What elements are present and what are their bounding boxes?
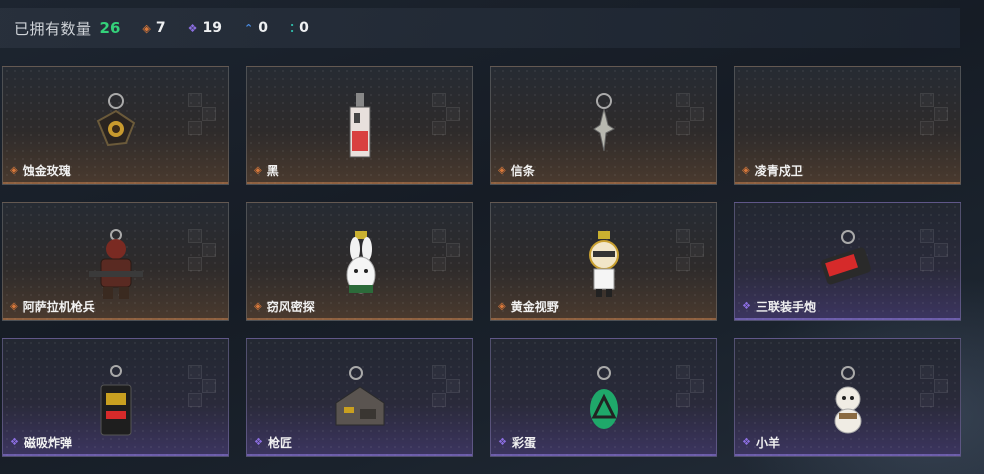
card-label: ◈ 阿萨拉机枪兵	[10, 298, 95, 315]
item-name: 小羊	[755, 436, 780, 450]
orange-diamond-icon: ◈	[142, 21, 151, 35]
item-name: 枪匠	[267, 436, 292, 450]
rabbit-spy-charm-icon	[346, 231, 375, 294]
stat-teal-value: 0	[299, 20, 309, 36]
owned-count-header: 已拥有数量 26 ◈ 7 ❖ 19 ⌃ 0 ⁚ 0	[0, 8, 960, 48]
card-decoration	[432, 93, 462, 135]
card-decoration	[188, 365, 218, 407]
triple-cannon-charm-icon	[820, 230, 871, 285]
item-grid: ◈ 蚀金玫瑰 ◈ 黑 ◈ 信条 ◈ 凌青戍卫 ◈ 阿萨拉机枪兵 ◈ 窃风密探 ◈…	[2, 66, 961, 457]
stat-blue-value: 0	[258, 20, 268, 36]
item-name: 凌青戍卫	[754, 164, 803, 178]
blue-chevron-icon: ⌃	[243, 21, 254, 35]
magnetic-bomb-charm-icon	[100, 365, 131, 436]
stat-blue: ⌃ 0	[244, 20, 268, 36]
item-card[interactable]: ❖ 彩蛋	[490, 338, 717, 457]
lamb-charm-icon	[834, 366, 861, 434]
item-name: 黑	[266, 164, 279, 178]
card-label: ❖ 小羊	[742, 434, 780, 451]
card-label: ◈ 蚀金玫瑰	[10, 162, 71, 179]
item-name: 三联装手炮	[755, 300, 816, 314]
item-card[interactable]: ◈ 窃风密探	[246, 202, 473, 321]
card-label: ❖ 彩蛋	[498, 434, 536, 451]
black-charm-icon	[349, 93, 370, 158]
stat-orange: ◈ 7	[142, 20, 165, 36]
stat-teal: ⁚ 0	[290, 20, 309, 36]
item-card[interactable]: ◈ 黑	[246, 66, 473, 185]
item-card[interactable]: ❖ 小羊	[734, 338, 961, 457]
card-label: ❖ 磁吸炸弹	[10, 434, 72, 451]
golden-vision-charm-icon	[588, 231, 619, 297]
item-card[interactable]: ❖ 枪匠	[246, 338, 473, 457]
card-decoration	[676, 93, 706, 135]
item-name: 磁吸炸弹	[23, 436, 72, 450]
card-label: ❖ 枪匠	[254, 434, 292, 451]
purple-diamond-icon: ❖	[10, 437, 19, 448]
card-label: ◈ 信条	[498, 162, 535, 179]
orange-diamond-icon: ◈	[10, 165, 18, 176]
card-decoration	[676, 229, 706, 271]
item-name: 窃风密探	[266, 300, 315, 314]
item-name: 阿萨拉机枪兵	[22, 300, 95, 314]
item-card[interactable]: ◈ 阿萨拉机枪兵	[2, 202, 229, 321]
item-name: 蚀金玫瑰	[22, 164, 71, 178]
gunner-charm-icon	[88, 229, 143, 299]
card-decoration	[676, 365, 706, 407]
card-label: ❖ 三联装手炮	[742, 298, 816, 315]
item-name: 彩蛋	[511, 436, 536, 450]
owned-count-total: 26	[99, 19, 121, 37]
card-decoration	[188, 93, 218, 135]
purple-diamond-icon: ❖	[187, 21, 198, 35]
item-card[interactable]: ◈ 黄金视野	[490, 202, 717, 321]
easter-egg-charm-icon	[589, 366, 618, 429]
card-decoration	[432, 229, 462, 271]
purple-diamond-icon: ❖	[742, 301, 751, 312]
orange-diamond-icon: ◈	[10, 301, 18, 312]
item-card[interactable]: ◈ 凌青戍卫	[734, 66, 961, 185]
stat-purple: ❖ 19	[188, 20, 222, 36]
rose-charm-icon	[96, 93, 135, 147]
card-label: ◈ 黄金视野	[498, 298, 559, 315]
card-decoration	[920, 229, 950, 271]
orange-diamond-icon: ◈	[742, 165, 750, 176]
card-decoration	[920, 93, 950, 135]
orange-diamond-icon: ◈	[498, 301, 506, 312]
item-card[interactable]: ◈ 信条	[490, 66, 717, 185]
item-card[interactable]: ❖ 三联装手炮	[734, 202, 961, 321]
purple-diamond-icon: ❖	[498, 437, 507, 448]
item-card[interactable]: ◈ 蚀金玫瑰	[2, 66, 229, 185]
gunsmith-charm-icon	[335, 366, 384, 426]
item-card[interactable]: ❖ 磁吸炸弹	[2, 338, 229, 457]
orange-diamond-icon: ◈	[254, 301, 262, 312]
orange-diamond-icon: ◈	[498, 165, 506, 176]
purple-diamond-icon: ❖	[742, 437, 751, 448]
card-label: ◈ 凌青戍卫	[742, 162, 803, 179]
purple-diamond-icon: ❖	[254, 437, 263, 448]
owned-count-title: 已拥有数量	[14, 19, 92, 38]
stat-purple-value: 19	[202, 20, 222, 36]
item-name: 黄金视野	[510, 300, 559, 314]
stat-orange-value: 7	[155, 20, 166, 36]
card-decoration	[920, 365, 950, 407]
orange-diamond-icon: ◈	[254, 165, 262, 176]
item-name: 信条	[510, 164, 535, 178]
creed-charm-icon	[592, 93, 615, 152]
card-label: ◈ 窃风密探	[254, 298, 315, 315]
teal-dots-icon: ⁚	[289, 21, 295, 35]
card-label: ◈ 黑	[254, 162, 279, 179]
card-decoration	[188, 229, 218, 271]
card-decoration	[432, 365, 462, 407]
